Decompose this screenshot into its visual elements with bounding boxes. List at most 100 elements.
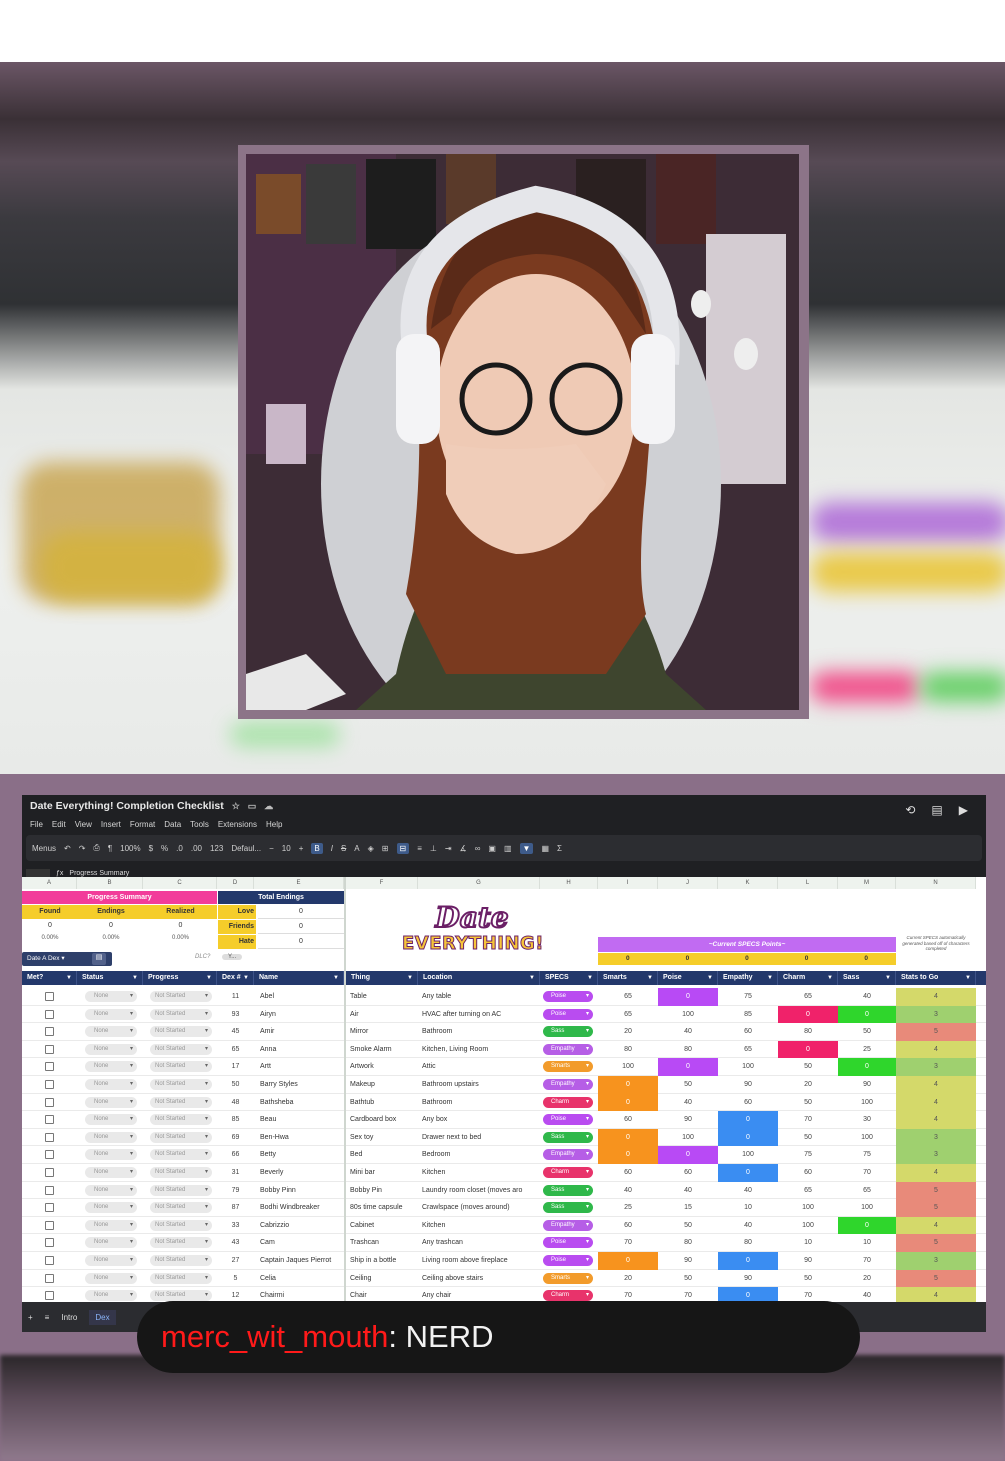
filter-dropdown-icon[interactable]: ▼: [965, 971, 971, 985]
chart-icon[interactable]: ▥: [504, 844, 512, 853]
progress-dropdown[interactable]: Not Started: [150, 1272, 212, 1284]
status-dropdown[interactable]: None: [85, 1043, 137, 1055]
align-icon[interactable]: ≡: [417, 844, 422, 853]
add-sheet-icon[interactable]: +: [28, 1313, 33, 1322]
progress-dropdown[interactable]: Not Started: [150, 1184, 212, 1196]
tab-dex[interactable]: Dex: [89, 1309, 116, 1325]
filter-dropdown-icon[interactable]: ▼: [66, 971, 72, 985]
column-letter-m[interactable]: M: [838, 877, 896, 889]
paint-format-icon[interactable]: ¶: [108, 844, 112, 853]
specs-dropdown[interactable]: Poise: [543, 1114, 593, 1126]
link-icon[interactable]: ∞: [475, 844, 481, 853]
progress-dropdown[interactable]: Not Started: [150, 1237, 212, 1249]
table-row[interactable]: None Not Started 5 Celia Ceiling Ceiling abov…: [22, 1269, 986, 1288]
met-checkbox[interactable]: [45, 1097, 54, 1107]
status-dropdown[interactable]: None: [85, 1219, 137, 1231]
filter-dropdown-icon[interactable]: ▼: [707, 971, 713, 985]
history-icon[interactable]: ⟲: [905, 803, 915, 817]
specs-dropdown[interactable]: Sass: [543, 1184, 593, 1196]
font-size-increase-icon[interactable]: +: [299, 844, 304, 853]
all-sheets-icon[interactable]: ≡: [45, 1313, 50, 1322]
column-letter-i[interactable]: I: [598, 877, 658, 889]
text-color-icon[interactable]: A: [354, 844, 359, 853]
font-size-input[interactable]: 10: [282, 844, 291, 853]
dlc-filter[interactable]: Y...: [222, 954, 243, 960]
progress-dropdown[interactable]: Not Started: [150, 991, 212, 1002]
specs-dropdown[interactable]: Poise: [543, 1008, 593, 1020]
progress-dropdown[interactable]: Not Started: [150, 1043, 212, 1055]
progress-dropdown[interactable]: Not Started: [150, 1149, 212, 1161]
menu-data[interactable]: Data: [164, 820, 181, 829]
decrease-decimal-button[interactable]: .0: [176, 844, 183, 853]
table-row[interactable]: None Not Started 69 Ben-Hwa Sex toy Drawer ne…: [22, 1128, 986, 1147]
met-checkbox[interactable]: [45, 1220, 54, 1230]
status-dropdown[interactable]: None: [85, 1008, 137, 1020]
filter-dropdown-icon[interactable]: ▼: [827, 971, 833, 985]
status-dropdown[interactable]: None: [85, 1096, 137, 1108]
filter-dropdown-icon[interactable]: ▼: [333, 971, 339, 985]
undo-icon[interactable]: ↶: [64, 844, 71, 853]
menu-file[interactable]: File: [30, 820, 43, 829]
fill-color-icon[interactable]: ◈: [368, 844, 374, 853]
redo-icon[interactable]: ↷: [79, 844, 86, 853]
rotate-icon[interactable]: ∡: [460, 844, 467, 853]
progress-dropdown[interactable]: Not Started: [150, 1114, 212, 1126]
filter-dropdown-icon[interactable]: ▼: [885, 971, 891, 985]
progress-dropdown[interactable]: Not Started: [150, 1219, 212, 1231]
status-dropdown[interactable]: None: [85, 991, 137, 1002]
specs-dropdown[interactable]: Empathy: [543, 1219, 593, 1231]
zoom-select[interactable]: 100%: [120, 844, 140, 853]
table-row[interactable]: None Not Started 31 Beverly Mini bar Kitchen C…: [22, 1164, 986, 1182]
column-letter-g[interactable]: G: [418, 877, 540, 889]
menus-search-button[interactable]: Menus: [32, 844, 56, 853]
specs-dropdown[interactable]: Empathy: [543, 1079, 593, 1090]
filter-views-icon[interactable]: ▦: [541, 844, 549, 853]
table-row[interactable]: None Not Started 11 Abel Table Any table Poise…: [22, 988, 986, 1006]
filter-dropdown-icon[interactable]: ▼: [587, 971, 593, 985]
italic-icon[interactable]: I: [331, 844, 333, 853]
status-dropdown[interactable]: None: [85, 1290, 137, 1302]
menu-edit[interactable]: Edit: [52, 820, 66, 829]
progress-dropdown[interactable]: Not Started: [150, 1131, 212, 1143]
filter-dropdown-icon[interactable]: ▼: [647, 971, 653, 985]
menu-insert[interactable]: Insert: [101, 820, 121, 829]
document-title[interactable]: Date Everything! Completion Checklist: [30, 800, 224, 812]
filter-dropdown-icon[interactable]: ▼: [529, 971, 535, 985]
met-checkbox[interactable]: [45, 1185, 54, 1195]
table-row[interactable]: None Not Started 48 Bathsheba Bathtub Bathroo…: [22, 1093, 986, 1112]
print-icon[interactable]: ⎙: [93, 843, 99, 853]
bold-icon[interactable]: B: [311, 842, 323, 854]
status-dropdown[interactable]: None: [85, 1026, 137, 1038]
sheet-grid[interactable]: ABCDEFGHIJKLMN Progress Summary Found En…: [22, 877, 986, 1305]
met-checkbox[interactable]: [45, 1062, 54, 1072]
specs-dropdown[interactable]: Sass: [543, 1026, 593, 1038]
filter-save-icon[interactable]: ▤: [92, 953, 106, 965]
met-checkbox[interactable]: [45, 1115, 54, 1125]
table-row[interactable]: None Not Started 93 Airyn Air HVAC after turn…: [22, 1005, 986, 1024]
filter-dropdown-icon[interactable]: ▼: [407, 971, 413, 985]
header-stats-to-go[interactable]: Stats to Go ▼: [896, 971, 976, 985]
met-checkbox[interactable]: [45, 1044, 54, 1054]
specs-dropdown[interactable]: Poise: [543, 1255, 593, 1266]
table-row[interactable]: None Not Started 50 Barry Styles Makeup Bathr…: [22, 1076, 986, 1094]
specs-dropdown[interactable]: Poise: [543, 1237, 593, 1249]
met-checkbox[interactable]: [45, 1256, 54, 1265]
header-progress[interactable]: Progress ▼: [143, 971, 217, 985]
menu-view[interactable]: View: [75, 820, 92, 829]
header-poise[interactable]: Poise ▼: [658, 971, 718, 985]
specs-dropdown[interactable]: Charm: [543, 1096, 593, 1108]
specs-dropdown[interactable]: Empathy: [543, 1043, 593, 1055]
specs-dropdown[interactable]: Smarts: [543, 1272, 593, 1284]
number-format-button[interactable]: 123: [210, 844, 223, 853]
currency-button[interactable]: $: [149, 844, 153, 853]
status-dropdown[interactable]: None: [85, 1184, 137, 1196]
specs-dropdown[interactable]: Smarts: [543, 1061, 593, 1073]
filter-icon[interactable]: ▼: [519, 842, 534, 854]
specs-dropdown[interactable]: Sass: [543, 1131, 593, 1143]
status-dropdown[interactable]: None: [85, 1272, 137, 1284]
table-row[interactable]: None Not Started 85 Beau Cardboard box Any bo…: [22, 1111, 986, 1129]
filter-dropdown-icon[interactable]: ▼: [243, 971, 249, 985]
header-met[interactable]: Met? ▼: [22, 971, 77, 985]
table-row[interactable]: None Not Started 43 Cam Trashcan Any trashcan…: [22, 1234, 986, 1252]
header-thing[interactable]: Thing ▼: [346, 971, 418, 985]
